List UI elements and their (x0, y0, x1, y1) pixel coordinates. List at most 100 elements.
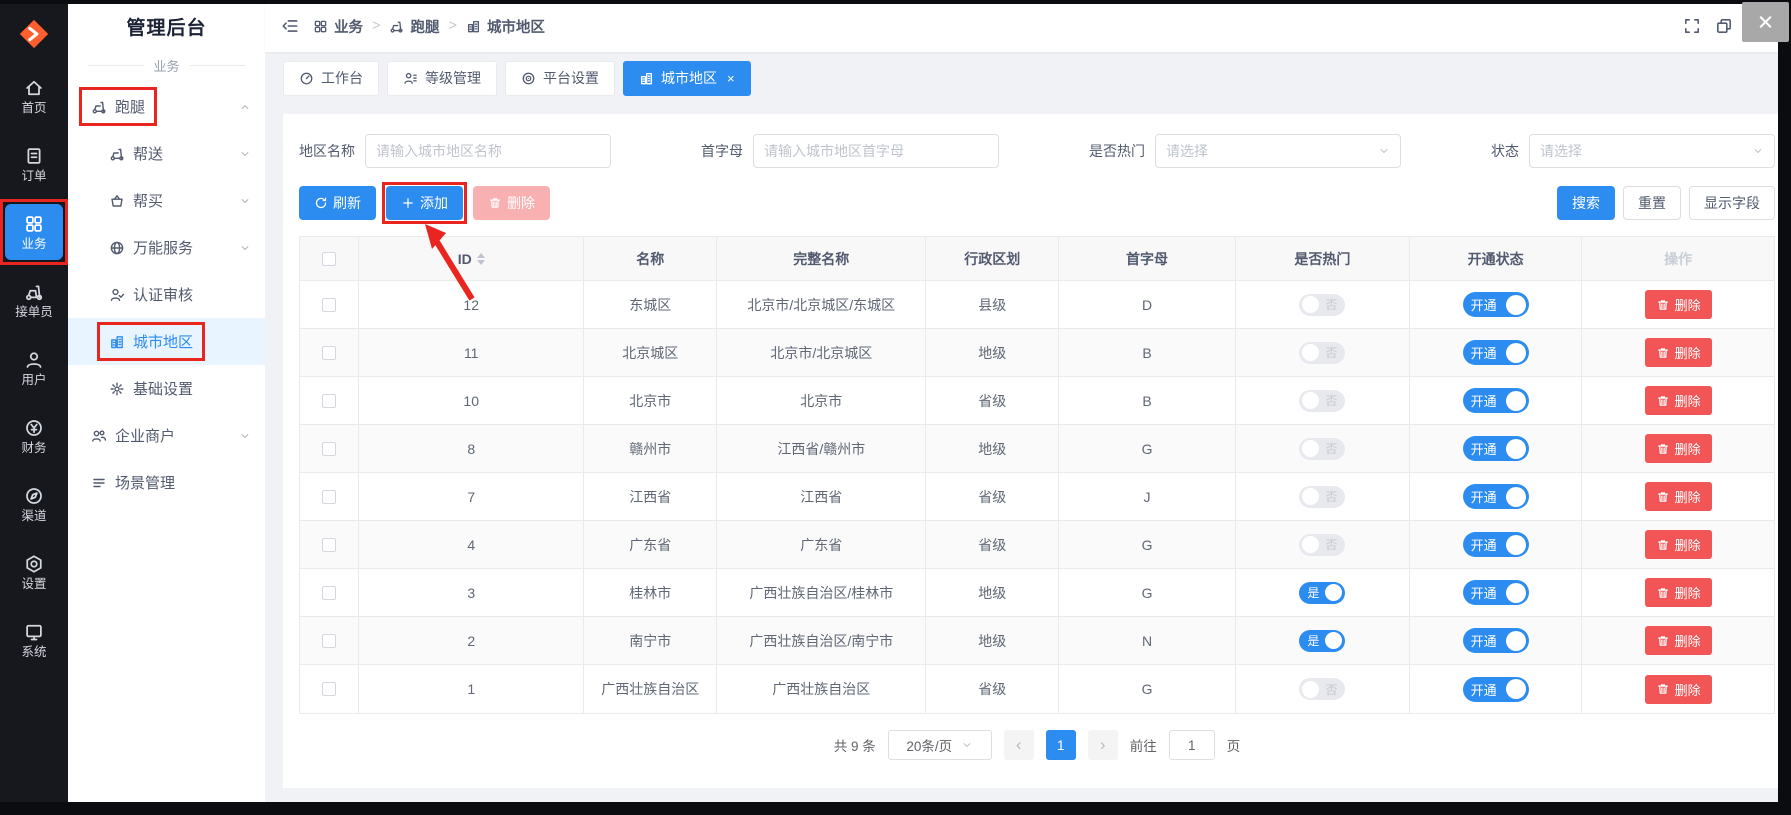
rail-item-system[interactable]: 系统 (0, 606, 68, 674)
row-checkbox[interactable] (322, 538, 336, 552)
row-delete-button[interactable]: 删除 (1645, 482, 1712, 511)
search-button[interactable]: 搜索 (1557, 186, 1615, 220)
hot-toggle[interactable]: 否 (1299, 486, 1345, 508)
hot-select[interactable]: 请选择 (1155, 134, 1401, 168)
breadcrumb-item-scooter[interactable]: 跑腿 (389, 16, 439, 37)
delete-button[interactable]: 删除 (473, 186, 550, 220)
dashboard-icon (299, 71, 314, 86)
open-status-toggle[interactable]: 开通 (1463, 532, 1529, 557)
sidebar-item-scooter[interactable]: 跑腿 (68, 83, 265, 130)
chevron-down-icon (1378, 145, 1390, 157)
initial-input[interactable] (753, 134, 999, 168)
row-checkbox[interactable] (322, 490, 336, 504)
sidebar-item-verify[interactable]: 认证审核 (68, 271, 265, 318)
row-delete-button[interactable]: 删除 (1645, 675, 1712, 704)
open-status-toggle[interactable]: 开通 (1463, 580, 1529, 605)
column-header-level: 行政区划 (926, 237, 1059, 280)
row-checkbox[interactable] (322, 442, 336, 456)
sort-icon[interactable] (477, 253, 485, 265)
rail-item-home[interactable]: 首页 (0, 62, 68, 130)
trash-icon (488, 196, 502, 210)
platform-icon (521, 71, 536, 86)
chevron-down-icon (239, 148, 251, 160)
hot-toggle[interactable]: 是 (1299, 582, 1345, 604)
row-delete-button[interactable]: 删除 (1645, 290, 1712, 319)
app-logo-icon[interactable] (0, 6, 68, 62)
open-status-toggle[interactable]: 开通 (1463, 436, 1529, 461)
breadcrumb-item-city[interactable]: 城市地区 (466, 16, 545, 37)
rail-item-finance[interactable]: 财务 (0, 402, 68, 470)
sidebar-item-city[interactable]: 城市地区 (68, 318, 265, 365)
order-icon (24, 146, 44, 166)
row-delete-button[interactable]: 删除 (1645, 626, 1712, 655)
row-delete-button[interactable]: 删除 (1645, 434, 1712, 463)
rail-item-order[interactable]: 订单 (0, 130, 68, 198)
select-all-checkbox[interactable] (322, 252, 336, 266)
hot-toggle[interactable]: 否 (1299, 390, 1345, 412)
row-delete-button[interactable]: 删除 (1645, 530, 1712, 559)
open-status-toggle[interactable]: 开通 (1463, 628, 1529, 653)
open-status-toggle[interactable]: 开通 (1463, 677, 1529, 702)
pagination: 共 9 条 20条/页 ‹ 1 › 前往 页 (299, 730, 1775, 760)
open-status-toggle[interactable]: 开通 (1463, 484, 1529, 509)
close-overlay-button[interactable]: × (1742, 2, 1789, 42)
trash-icon (1656, 538, 1670, 552)
filter-status: 状态请选择 (1491, 134, 1775, 168)
sidebar-item-scooter[interactable]: 帮送 (68, 130, 265, 177)
filter-initial: 首字母 (701, 134, 999, 168)
sidebar-item-basket[interactable]: 帮买 (68, 177, 265, 224)
open-status-toggle[interactable]: 开通 (1463, 292, 1529, 317)
open-status-toggle[interactable]: 开通 (1463, 340, 1529, 365)
sidebar-item-scene[interactable]: 场景管理 (68, 459, 265, 506)
finance-icon (24, 418, 44, 438)
hot-toggle[interactable]: 是 (1299, 630, 1345, 652)
hot-toggle[interactable]: 否 (1299, 534, 1345, 556)
breadcrumb-separator: > (448, 18, 456, 34)
current-page[interactable]: 1 (1046, 730, 1076, 760)
close-tab-icon[interactable]: × (727, 71, 735, 86)
region-name-input[interactable] (365, 134, 611, 168)
tab-dashboard[interactable]: 工作台 (283, 61, 379, 96)
topbar-actions (1683, 17, 1733, 35)
refresh-button[interactable]: 刷新 (299, 186, 376, 220)
reset-button[interactable]: 重置 (1623, 186, 1681, 220)
layers-icon[interactable] (1715, 17, 1733, 35)
prev-page-button[interactable]: ‹ (1004, 730, 1034, 760)
sidebar-item-gear[interactable]: 基础设置 (68, 365, 265, 412)
collapse-sidebar-icon[interactable] (281, 17, 299, 35)
hot-toggle[interactable]: 否 (1299, 294, 1345, 316)
rail-item-courier[interactable]: 接单员 (0, 266, 68, 334)
sidebar-item-globe[interactable]: 万能服务 (68, 224, 265, 271)
row-checkbox[interactable] (322, 682, 336, 696)
sidebar-item-merchant[interactable]: 企业商户 (68, 412, 265, 459)
tab-city[interactable]: 城市地区× (623, 61, 751, 96)
row-checkbox[interactable] (322, 634, 336, 648)
rail-item-settings[interactable]: 设置 (0, 538, 68, 606)
hot-toggle[interactable]: 否 (1299, 438, 1345, 460)
tab-level[interactable]: 等级管理 (387, 61, 497, 96)
row-checkbox[interactable] (322, 346, 336, 360)
tab-platform[interactable]: 平台设置 (505, 61, 615, 96)
rail-item-user[interactable]: 用户 (0, 334, 68, 402)
rail-item-channel[interactable]: 渠道 (0, 470, 68, 538)
fullscreen-icon[interactable] (1683, 17, 1701, 35)
hot-toggle[interactable]: 否 (1299, 678, 1345, 700)
page-size-select[interactable]: 20条/页 (888, 730, 992, 760)
open-status-toggle[interactable]: 开通 (1463, 388, 1529, 413)
add-button[interactable]: 添加 (386, 186, 463, 220)
row-checkbox[interactable] (322, 298, 336, 312)
goto-page-input[interactable] (1169, 730, 1215, 760)
row-checkbox[interactable] (322, 394, 336, 408)
status-select[interactable]: 请选择 (1529, 134, 1775, 168)
hot-toggle[interactable]: 否 (1299, 342, 1345, 364)
column-header-select (300, 237, 359, 280)
row-delete-button[interactable]: 删除 (1645, 338, 1712, 367)
row-checkbox[interactable] (322, 586, 336, 600)
row-delete-button[interactable]: 删除 (1645, 578, 1712, 607)
next-page-button[interactable]: › (1088, 730, 1118, 760)
row-delete-button[interactable]: 删除 (1645, 386, 1712, 415)
column-header-hot: 是否热门 (1236, 237, 1410, 280)
rail-item-grid[interactable]: 业务 (0, 198, 68, 266)
breadcrumb-item-grid[interactable]: 业务 (313, 16, 363, 37)
show-fields-button[interactable]: 显示字段 (1689, 186, 1775, 220)
